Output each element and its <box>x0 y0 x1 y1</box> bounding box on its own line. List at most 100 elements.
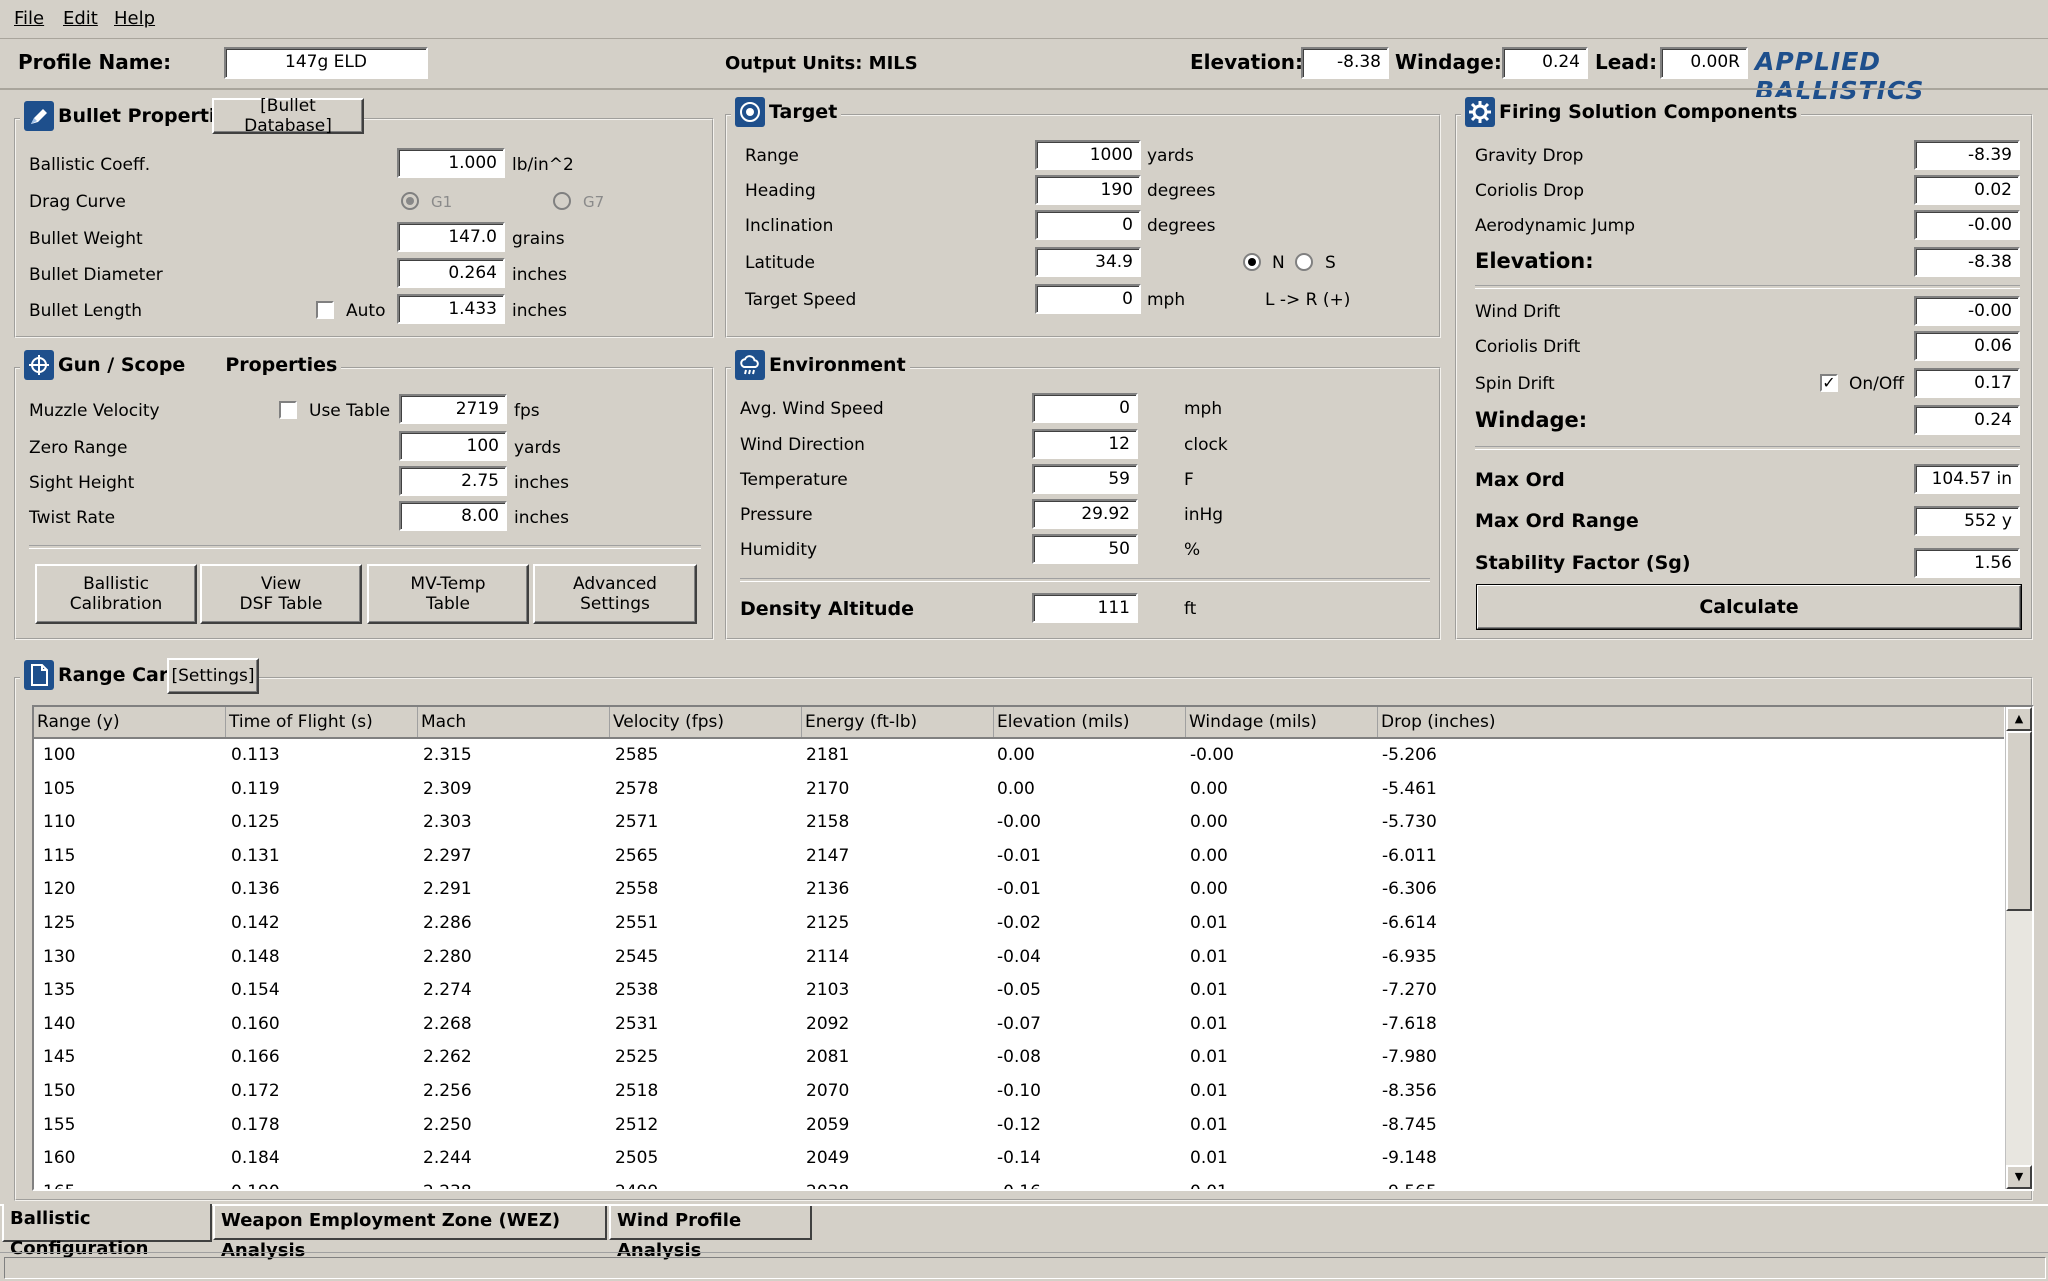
sight-height-input[interactable]: 2.75 <box>399 466 507 496</box>
table-row[interactable]: 115 0.131 2.297 2565 2147 -0.01 0.00 -6.011 <box>34 840 2004 874</box>
menu-help[interactable]: Help <box>114 8 155 29</box>
max-ord-field[interactable]: 104.57 in <box>1914 464 2020 494</box>
table-cell: 0.131 <box>231 845 280 866</box>
table-row[interactable]: 135 0.154 2.274 2538 2103 -0.05 0.01 -7.270 <box>34 974 2004 1008</box>
wind-drift-field[interactable]: -0.00 <box>1914 296 2020 326</box>
calculate-button[interactable]: Calculate <box>1476 584 2022 630</box>
firing-elevation-field[interactable]: -8.38 <box>1914 247 2020 277</box>
table-row[interactable]: 145 0.166 2.262 2525 2081 -0.08 0.01 -7.980 <box>34 1041 2004 1075</box>
table-row[interactable]: 155 0.178 2.250 2512 2059 -0.12 0.01 -8.745 <box>34 1109 2004 1143</box>
table-cell: 2136 <box>806 879 850 900</box>
zero-range-input[interactable]: 100 <box>399 431 507 461</box>
table-row[interactable]: 125 0.142 2.286 2551 2125 -0.02 0.01 -6.614 <box>34 907 2004 941</box>
gravity-drop-field[interactable]: -8.39 <box>1914 140 2020 170</box>
col-mach[interactable]: Mach <box>418 707 610 737</box>
spin-drift-field[interactable]: 0.17 <box>1914 368 2020 398</box>
auto-length-checkbox[interactable] <box>316 301 334 319</box>
table-cell: -5.730 <box>1382 812 1437 833</box>
wind-speed-input[interactable]: 0 <box>1032 393 1138 423</box>
table-cell: 0.160 <box>231 1013 280 1034</box>
table-cell: 2158 <box>806 812 850 833</box>
temperature-unit: F <box>1184 470 1194 490</box>
table-row[interactable]: 130 0.148 2.280 2545 2114 -0.04 0.01 -6.935 <box>34 941 2004 975</box>
tab-wez-analysis[interactable]: Weapon Employment Zone (WEZ) Analysis <box>213 1206 607 1261</box>
table-cell: 2.262 <box>423 1047 472 1068</box>
south-radio[interactable] <box>1295 253 1313 271</box>
table-cell: 2.286 <box>423 912 472 933</box>
ballistic-calibration-button[interactable]: Ballistic Calibration <box>35 564 197 624</box>
bullet-diameter-input[interactable]: 0.264 <box>397 258 505 288</box>
g1-radio[interactable] <box>401 192 419 210</box>
menu-edit[interactable]: Edit <box>63 8 98 29</box>
col-elevation[interactable]: Elevation (mils) <box>994 707 1186 737</box>
tab-wind-profile-analysis[interactable]: Wind Profile Analysis <box>609 1206 812 1261</box>
table-cell: 0.178 <box>231 1114 280 1135</box>
table-row[interactable]: 110 0.125 2.303 2571 2158 -0.00 0.00 -5.730 <box>34 806 2004 840</box>
firing-elevation-label: Elevation: <box>1475 249 1594 273</box>
inclination-input[interactable]: 0 <box>1035 210 1141 240</box>
tab-ballistic-configuration[interactable]: Ballistic Configuration <box>2 1204 212 1259</box>
profile-name-input[interactable]: 147g ELD <box>224 47 428 79</box>
g7-radio[interactable] <box>553 192 571 210</box>
range-input[interactable]: 1000 <box>1035 140 1141 170</box>
table-cell: 2.280 <box>423 946 472 967</box>
max-ord-range-field[interactable]: 552 y <box>1914 506 2020 536</box>
table-cell: -6.011 <box>1382 845 1437 866</box>
table-row[interactable]: 100 0.113 2.315 2585 2181 0.00 -0.00 -5.206 <box>34 739 2004 773</box>
col-velocity[interactable]: Velocity (fps) <box>610 707 802 737</box>
heading-input[interactable]: 190 <box>1035 175 1141 205</box>
col-time-of-flight[interactable]: Time of Flight (s) <box>226 707 418 737</box>
header-lead-field[interactable]: 0.00R <box>1660 47 1748 79</box>
wind-direction-input[interactable]: 12 <box>1032 429 1138 459</box>
target-speed-input[interactable]: 0 <box>1035 284 1141 314</box>
muzzle-velocity-input[interactable]: 2719 <box>399 394 507 424</box>
table-cell: 2.291 <box>423 879 472 900</box>
header-windage-field[interactable]: 0.24 <box>1502 47 1588 79</box>
mv-temp-table-button[interactable]: MV-Temp Table <box>367 564 529 624</box>
twist-rate-input[interactable]: 8.00 <box>399 501 507 531</box>
bullet-weight-input[interactable]: 147.0 <box>397 222 505 252</box>
view-dsf-table-button[interactable]: View DSF Table <box>200 564 362 624</box>
bullet-database-button[interactable]: [Bullet Database] <box>212 96 364 136</box>
col-energy[interactable]: Energy (ft-lb) <box>802 707 994 737</box>
header-elevation-field[interactable]: -8.38 <box>1301 47 1389 79</box>
table-row[interactable]: 120 0.136 2.291 2558 2136 -0.01 0.00 -6.306 <box>34 873 2004 907</box>
coriolis-drift-field[interactable]: 0.06 <box>1914 331 2020 361</box>
col-drop[interactable]: Drop (inches) <box>1378 707 2004 737</box>
table-cell: 0.119 <box>231 778 280 799</box>
menu-file[interactable]: File <box>14 8 44 29</box>
table-row[interactable]: 150 0.172 2.256 2518 2070 -0.10 0.01 -8.356 <box>34 1075 2004 1109</box>
aerodynamic-jump-field[interactable]: -0.00 <box>1914 210 2020 240</box>
header-windage-label: Windage: <box>1395 50 1502 74</box>
table-row[interactable]: 105 0.119 2.309 2578 2170 0.00 0.00 -5.461 <box>34 773 2004 807</box>
bullet-length-input[interactable]: 1.433 <box>397 294 505 324</box>
table-cell: 2.250 <box>423 1114 472 1135</box>
use-table-checkbox[interactable] <box>279 401 297 419</box>
bc-input[interactable]: 1.000 <box>397 148 505 178</box>
scroll-thumb[interactable] <box>2006 731 2032 911</box>
coriolis-drop-field[interactable]: 0.02 <box>1914 175 2020 205</box>
table-row[interactable]: 160 0.184 2.244 2505 2049 -0.14 0.01 -9.148 <box>34 1142 2004 1176</box>
north-radio[interactable] <box>1243 253 1261 271</box>
pressure-input[interactable]: 29.92 <box>1032 499 1138 529</box>
density-altitude-input[interactable]: 111 <box>1032 593 1138 623</box>
range-card-scrollbar[interactable]: ▲ ▼ <box>2005 707 2032 1189</box>
col-windage[interactable]: Windage (mils) <box>1186 707 1378 737</box>
temperature-input[interactable]: 59 <box>1032 464 1138 494</box>
firing-windage-field[interactable]: 0.24 <box>1914 405 2020 435</box>
scroll-up-arrow-icon[interactable]: ▲ <box>2006 707 2032 731</box>
table-cell: -6.306 <box>1382 879 1437 900</box>
humidity-input[interactable]: 50 <box>1032 534 1138 564</box>
advanced-settings-button[interactable]: Advanced Settings <box>533 564 697 624</box>
col-range[interactable]: Range (y) <box>34 707 226 737</box>
spin-drift-checkbox[interactable]: ✓ <box>1820 374 1838 392</box>
latitude-input[interactable]: 34.9 <box>1035 247 1141 277</box>
table-cell: 100 <box>43 745 76 765</box>
table-cell: 165 <box>43 1182 75 1189</box>
twist-rate-label: Twist Rate <box>29 508 116 528</box>
stability-factor-field[interactable]: 1.56 <box>1914 548 2020 578</box>
scroll-down-arrow-icon[interactable]: ▼ <box>2006 1165 2032 1189</box>
range-card-settings-button[interactable]: [Settings] <box>167 658 259 694</box>
table-row[interactable]: 165 0.190 2.238 2499 2038 -0.16 0.01 -9.565 <box>34 1176 2004 1189</box>
table-row[interactable]: 140 0.160 2.268 2531 2092 -0.07 0.01 -7.618 <box>34 1008 2004 1042</box>
